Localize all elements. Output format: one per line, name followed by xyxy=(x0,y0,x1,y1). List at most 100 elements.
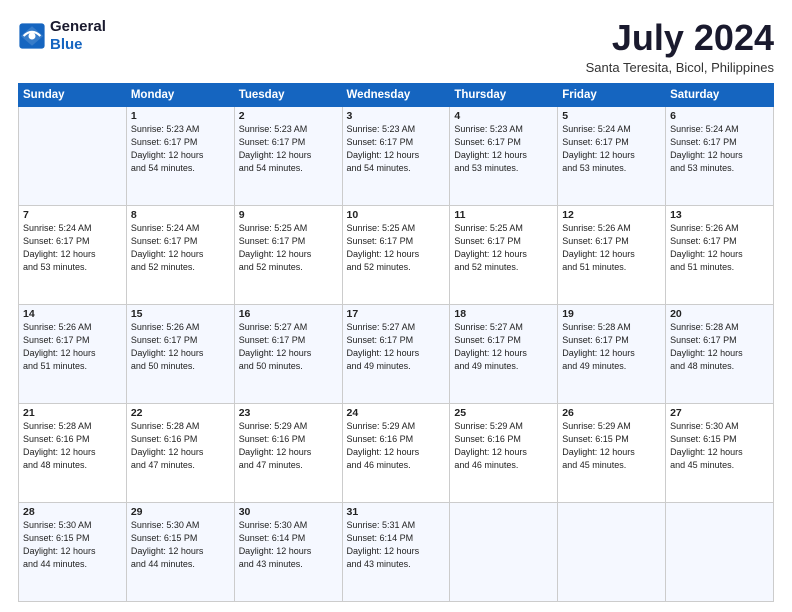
week-row-2: 14Sunrise: 5:26 AMSunset: 6:17 PMDayligh… xyxy=(19,304,774,403)
calendar-cell: 26Sunrise: 5:29 AMSunset: 6:15 PMDayligh… xyxy=(558,403,666,502)
day-number: 13 xyxy=(670,209,769,221)
day-number: 5 xyxy=(562,110,661,122)
cell-info: Sunrise: 5:30 AMSunset: 6:15 PMDaylight:… xyxy=(670,420,769,472)
calendar-cell: 12Sunrise: 5:26 AMSunset: 6:17 PMDayligh… xyxy=(558,205,666,304)
cell-info: Sunrise: 5:28 AMSunset: 6:16 PMDaylight:… xyxy=(23,420,122,472)
cell-info: Sunrise: 5:29 AMSunset: 6:16 PMDaylight:… xyxy=(347,420,446,472)
logo-icon xyxy=(18,22,46,50)
day-number: 14 xyxy=(23,308,122,320)
day-number: 2 xyxy=(239,110,338,122)
day-header-wednesday: Wednesday xyxy=(342,83,450,106)
calendar-cell: 13Sunrise: 5:26 AMSunset: 6:17 PMDayligh… xyxy=(666,205,774,304)
header-row: SundayMondayTuesdayWednesdayThursdayFrid… xyxy=(19,83,774,106)
cell-info: Sunrise: 5:24 AMSunset: 6:17 PMDaylight:… xyxy=(131,222,230,274)
calendar-cell: 11Sunrise: 5:25 AMSunset: 6:17 PMDayligh… xyxy=(450,205,558,304)
calendar-cell: 4Sunrise: 5:23 AMSunset: 6:17 PMDaylight… xyxy=(450,106,558,205)
week-row-0: 1Sunrise: 5:23 AMSunset: 6:17 PMDaylight… xyxy=(19,106,774,205)
cell-info: Sunrise: 5:31 AMSunset: 6:14 PMDaylight:… xyxy=(347,519,446,571)
calendar-cell: 18Sunrise: 5:27 AMSunset: 6:17 PMDayligh… xyxy=(450,304,558,403)
day-number: 21 xyxy=(23,407,122,419)
week-row-4: 28 Sunrise: 5:30 AMSunset: 6:15 PMDayligh… xyxy=(19,502,774,601)
day-header-tuesday: Tuesday xyxy=(234,83,342,106)
cell-info: Sunrise: 5:24 AMSunset: 6:17 PMDaylight:… xyxy=(562,123,661,175)
day-number: 1 xyxy=(131,110,230,122)
cell-info: Sunrise: 5:28 AMSunset: 6:17 PMDaylight:… xyxy=(670,321,769,373)
cell-info: Sunrise: 5:26 AMSunset: 6:17 PMDaylight:… xyxy=(23,321,122,373)
calendar-cell: 16Sunrise: 5:27 AMSunset: 6:17 PMDayligh… xyxy=(234,304,342,403)
cell-info: Sunrise: 5:26 AMSunset: 6:17 PMDaylight:… xyxy=(131,321,230,373)
calendar-cell: 8Sunrise: 5:24 AMSunset: 6:17 PMDaylight… xyxy=(126,205,234,304)
cell-info: Sunrise: 5:30 AMSunset: 6:14 PMDaylight:… xyxy=(239,519,338,571)
cell-info: Sunrise: 5:23 AMSunset: 6:17 PMDaylight:… xyxy=(347,123,446,175)
day-number: 8 xyxy=(131,209,230,221)
month-year: July 2024 xyxy=(586,18,774,58)
calendar-cell: 2Sunrise: 5:23 AMSunset: 6:17 PMDaylight… xyxy=(234,106,342,205)
cell-info: Sunrise: 5:26 AMSunset: 6:17 PMDaylight:… xyxy=(670,222,769,274)
day-number: 26 xyxy=(562,407,661,419)
calendar-cell: 23Sunrise: 5:29 AMSunset: 6:16 PMDayligh… xyxy=(234,403,342,502)
calendar-cell: 28Sunrise: 5:30 AMSunset: 6:15 PMDayligh… xyxy=(19,502,127,601)
day-number: 17 xyxy=(347,308,446,320)
cell-info: Sunrise: 5:30 AMSunset: 6:15 PMDaylight:… xyxy=(131,519,230,571)
day-header-sunday: Sunday xyxy=(19,83,127,106)
calendar-cell: 10Sunrise: 5:25 AMSunset: 6:17 PMDayligh… xyxy=(342,205,450,304)
cell-info: Sunrise: 5:28 AMSunset: 6:17 PMDaylight:… xyxy=(562,321,661,373)
calendar-cell: 24Sunrise: 5:29 AMSunset: 6:16 PMDayligh… xyxy=(342,403,450,502)
calendar-cell: 27Sunrise: 5:30 AMSunset: 6:15 PMDayligh… xyxy=(666,403,774,502)
day-number: 27 xyxy=(670,407,769,419)
calendar-cell: 30Sunrise: 5:30 AMSunset: 6:14 PMDayligh… xyxy=(234,502,342,601)
calendar-cell: 6Sunrise: 5:24 AMSunset: 6:17 PMDaylight… xyxy=(666,106,774,205)
calendar-cell: 15Sunrise: 5:26 AMSunset: 6:17 PMDayligh… xyxy=(126,304,234,403)
header: General Blue July 2024 Santa Teresita, B… xyxy=(18,18,774,75)
cell-info: Sunrise: 5:25 AMSunset: 6:17 PMDaylight:… xyxy=(239,222,338,274)
day-number: 12 xyxy=(562,209,661,221)
calendar-cell: 3Sunrise: 5:23 AMSunset: 6:17 PMDaylight… xyxy=(342,106,450,205)
cell-info: Sunrise: 5:24 AMSunset: 6:17 PMDaylight:… xyxy=(670,123,769,175)
day-number: 15 xyxy=(131,308,230,320)
title-block: July 2024 Santa Teresita, Bicol, Philipp… xyxy=(586,18,774,75)
day-number: 19 xyxy=(562,308,661,320)
day-header-monday: Monday xyxy=(126,83,234,106)
day-number: 11 xyxy=(454,209,553,221)
day-number: 30 xyxy=(239,506,338,518)
day-number: 31 xyxy=(347,506,446,518)
day-number: 28 xyxy=(23,506,122,518)
calendar-cell: 17Sunrise: 5:27 AMSunset: 6:17 PMDayligh… xyxy=(342,304,450,403)
cell-info: Sunrise: 5:29 AMSunset: 6:16 PMDaylight:… xyxy=(454,420,553,472)
day-number: 7 xyxy=(23,209,122,221)
day-number: 25 xyxy=(454,407,553,419)
day-number: 3 xyxy=(347,110,446,122)
calendar-cell: 9Sunrise: 5:25 AMSunset: 6:17 PMDaylight… xyxy=(234,205,342,304)
calendar-cell: 29Sunrise: 5:30 AMSunset: 6:15 PMDayligh… xyxy=(126,502,234,601)
day-number: 22 xyxy=(131,407,230,419)
calendar-cell: 1Sunrise: 5:23 AMSunset: 6:17 PMDaylight… xyxy=(126,106,234,205)
calendar-cell: 7Sunrise: 5:24 AMSunset: 6:17 PMDaylight… xyxy=(19,205,127,304)
week-row-1: 7 Sunrise: 5:24 AMSunset: 6:17 PMDaylight… xyxy=(19,205,774,304)
cell-info: Sunrise: 5:27 AMSunset: 6:17 PMDaylight:… xyxy=(454,321,553,373)
day-number: 9 xyxy=(239,209,338,221)
day-header-friday: Friday xyxy=(558,83,666,106)
cell-info: Sunrise: 5:29 AMSunset: 6:16 PMDaylight:… xyxy=(239,420,338,472)
cell-info: Sunrise: 5:26 AMSunset: 6:17 PMDaylight:… xyxy=(562,222,661,274)
calendar-cell: 21Sunrise: 5:28 AMSunset: 6:16 PMDayligh… xyxy=(19,403,127,502)
day-number: 10 xyxy=(347,209,446,221)
cell-info: Sunrise: 5:27 AMSunset: 6:17 PMDaylight:… xyxy=(347,321,446,373)
cell-info: Sunrise: 5:25 AMSunset: 6:17 PMDaylight:… xyxy=(454,222,553,274)
cell-info: Sunrise: 5:25 AMSunset: 6:17 PMDaylight:… xyxy=(347,222,446,274)
location: Santa Teresita, Bicol, Philippines xyxy=(586,60,774,75)
cell-info: Sunrise: 5:23 AMSunset: 6:17 PMDaylight:… xyxy=(131,123,230,175)
cell-info: Sunrise: 5:23 AMSunset: 6:17 PMDaylight:… xyxy=(239,123,338,175)
cell-info: Sunrise: 5:28 AMSunset: 6:16 PMDaylight:… xyxy=(131,420,230,472)
calendar-cell xyxy=(666,502,774,601)
calendar-cell: 19Sunrise: 5:28 AMSunset: 6:17 PMDayligh… xyxy=(558,304,666,403)
day-number: 24 xyxy=(347,407,446,419)
logo-text: General Blue xyxy=(50,18,106,54)
logo: General Blue xyxy=(18,18,106,54)
day-number: 16 xyxy=(239,308,338,320)
day-number: 29 xyxy=(131,506,230,518)
week-row-3: 21Sunrise: 5:28 AMSunset: 6:16 PMDayligh… xyxy=(19,403,774,502)
cell-info: Sunrise: 5:23 AMSunset: 6:17 PMDaylight:… xyxy=(454,123,553,175)
calendar-cell: 22Sunrise: 5:28 AMSunset: 6:16 PMDayligh… xyxy=(126,403,234,502)
page: General Blue July 2024 Santa Teresita, B… xyxy=(0,0,792,612)
calendar-cell: 25Sunrise: 5:29 AMSunset: 6:16 PMDayligh… xyxy=(450,403,558,502)
